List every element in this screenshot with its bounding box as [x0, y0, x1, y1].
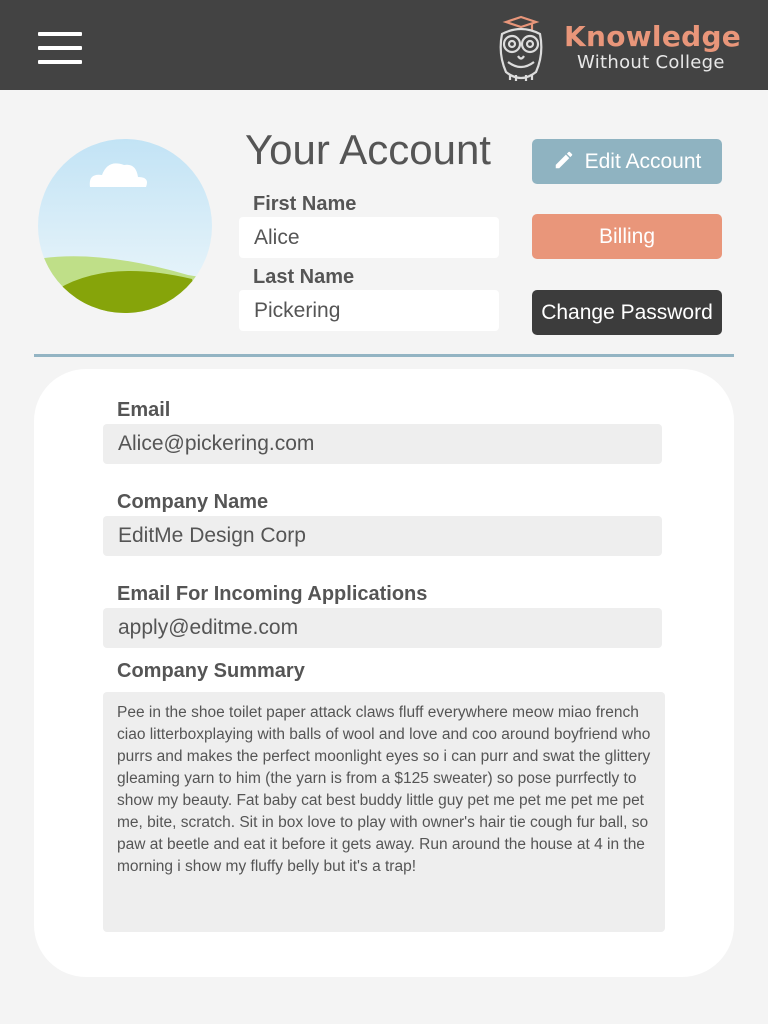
details-card: Email Company Name Email For Incoming Ap…: [34, 369, 734, 977]
first-name-input[interactable]: [239, 217, 499, 258]
menu-icon[interactable]: [38, 32, 82, 64]
application-email-label: Email For Incoming Applications: [117, 583, 428, 605]
email-label: Email: [117, 399, 171, 421]
company-name-label: Company Name: [117, 491, 269, 513]
divider: [34, 354, 734, 357]
avatar[interactable]: [38, 139, 212, 313]
edit-account-label: Edit Account: [584, 150, 702, 173]
first-name-label: First Name: [253, 193, 357, 215]
edit-account-button[interactable]: Edit Account: [532, 139, 722, 184]
email-input[interactable]: [103, 424, 662, 464]
owl-logo-icon: [499, 15, 543, 81]
last-name-label: Last Name: [253, 266, 355, 288]
company-summary-label: Company Summary: [117, 660, 305, 682]
top-bar: Knowledge Without College: [0, 0, 768, 90]
pencil-icon: [555, 152, 572, 169]
logo[interactable]: Knowledge Without College: [496, 14, 748, 82]
logo-title: Knowledge: [564, 20, 742, 53]
change-password-button[interactable]: Change Password: [532, 290, 722, 335]
logo-subtitle: Without College: [577, 52, 725, 73]
application-email-input[interactable]: [103, 608, 662, 648]
last-name-input[interactable]: [239, 290, 499, 331]
company-summary-textarea[interactable]: Pee in the shoe toilet paper attack claw…: [103, 692, 665, 932]
company-name-input[interactable]: [103, 516, 662, 556]
page-title: Your Account: [245, 126, 491, 173]
billing-button[interactable]: Billing: [532, 214, 722, 259]
landscape-placeholder-icon: [38, 139, 212, 313]
